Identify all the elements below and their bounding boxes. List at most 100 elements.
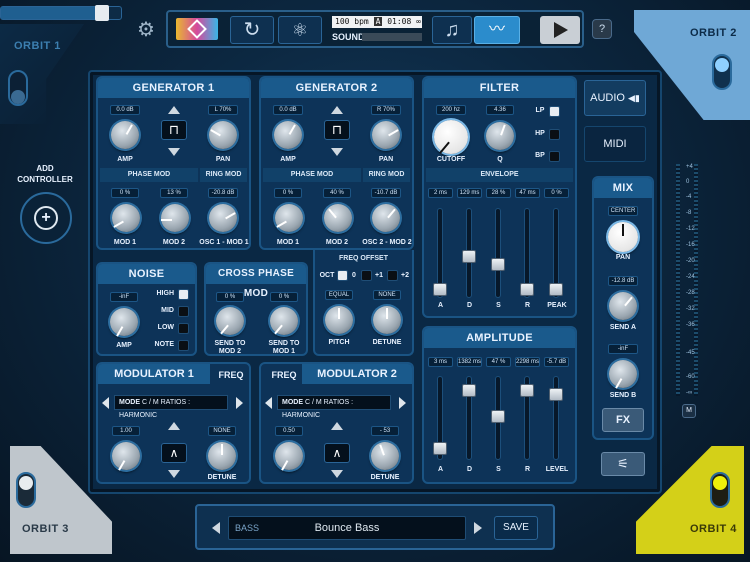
filter-env-d-handle[interactable] bbox=[462, 250, 476, 263]
mix-pan-knob[interactable] bbox=[608, 222, 638, 252]
top-left-slider[interactable] bbox=[0, 5, 122, 21]
mod1-wave-down-icon[interactable] bbox=[168, 470, 180, 478]
gen1-mod1-knob[interactable] bbox=[112, 204, 140, 232]
noise-low-label: LOW bbox=[157, 324, 174, 331]
gen1-waveform-select[interactable]: ⊓ bbox=[161, 120, 187, 140]
mod2-mode-left-icon[interactable] bbox=[265, 397, 272, 409]
top-left-slider-handle[interactable] bbox=[95, 5, 109, 21]
mod2-ratio-knob[interactable] bbox=[275, 442, 303, 470]
orbit2-toggle[interactable] bbox=[712, 54, 732, 90]
meter-label-minus-inf: -∞ bbox=[686, 390, 693, 396]
mod1-mode-left-icon[interactable] bbox=[102, 397, 109, 409]
gear-icon[interactable]: ⚙ bbox=[137, 20, 157, 40]
filter-env-r-handle[interactable] bbox=[520, 283, 534, 296]
filter-q-knob[interactable] bbox=[486, 122, 514, 150]
mod1-wave-up-icon[interactable] bbox=[168, 422, 180, 430]
amp-level-handle[interactable] bbox=[549, 388, 563, 401]
tab-midi[interactable]: MIDI bbox=[584, 126, 646, 162]
mod2-mode-field[interactable]: MODE C / M RATIOS : HARMONIC bbox=[277, 395, 391, 419]
filter-cutoff-value: 200 hz bbox=[436, 105, 466, 115]
meter-mono-button[interactable]: M bbox=[682, 404, 696, 418]
freq-oct-0-button[interactable] bbox=[337, 270, 348, 281]
filter-env-s-track[interactable] bbox=[495, 208, 501, 298]
filter-lp-button[interactable] bbox=[549, 106, 560, 117]
freq-oct-1-label: +1 bbox=[375, 272, 383, 279]
amp-d-handle[interactable] bbox=[462, 384, 476, 397]
gen2-pan-value: R 70% bbox=[371, 105, 401, 115]
freq-oct-2-button[interactable] bbox=[387, 270, 398, 281]
gen2-pan-knob[interactable] bbox=[372, 121, 400, 149]
filter-env-a-handle[interactable] bbox=[433, 283, 447, 296]
orbit3-toggle[interactable] bbox=[16, 472, 36, 508]
orbit1-toggle[interactable] bbox=[8, 70, 28, 106]
noise-note-button[interactable] bbox=[178, 340, 189, 351]
gen1-pan-value: L 70% bbox=[208, 105, 238, 115]
logo-button[interactable] bbox=[176, 18, 218, 40]
noise-amp-knob[interactable] bbox=[110, 308, 138, 336]
noise-mid-button[interactable] bbox=[178, 306, 189, 317]
gen1-osc-knob[interactable] bbox=[209, 204, 237, 232]
mix-send-a-knob[interactable] bbox=[609, 292, 637, 320]
freq-pitch-knob[interactable] bbox=[325, 306, 353, 334]
gen2-amp-knob[interactable] bbox=[274, 121, 302, 149]
gen2-mod1-knob[interactable] bbox=[275, 204, 303, 232]
fx-button[interactable]: FX bbox=[602, 408, 644, 432]
mod1-ratio-knob[interactable] bbox=[112, 442, 140, 470]
cross-send2-knob[interactable] bbox=[270, 307, 298, 335]
help-button[interactable]: ? bbox=[592, 19, 612, 39]
gen1-wave-up-icon[interactable] bbox=[168, 106, 180, 114]
gen2-ring-mod-header: RING MOD bbox=[363, 168, 410, 182]
mod2-wave-down-icon[interactable] bbox=[331, 470, 343, 478]
mod1-detune-knob[interactable] bbox=[208, 442, 236, 470]
mod2-wave-up-icon[interactable] bbox=[331, 422, 343, 430]
noise-title: NOISE bbox=[98, 264, 195, 284]
amp-a-handle[interactable] bbox=[433, 442, 447, 455]
mod2-waveform-select[interactable]: ∧ bbox=[324, 443, 350, 463]
waveform-button[interactable]: 〰 bbox=[474, 16, 520, 44]
mod1-mode-right-icon[interactable] bbox=[236, 397, 243, 409]
orbit4-toggle[interactable] bbox=[710, 472, 730, 508]
preset-next-icon[interactable] bbox=[474, 522, 482, 534]
preset-field[interactable]: BASS Bounce Bass bbox=[228, 516, 466, 540]
gen1-mod2-knob[interactable] bbox=[161, 204, 189, 232]
save-button[interactable]: SAVE bbox=[494, 516, 538, 540]
freq-oct-1-button[interactable] bbox=[361, 270, 372, 281]
gen1-pan-knob[interactable] bbox=[209, 121, 237, 149]
filter-bp-button[interactable] bbox=[549, 151, 560, 162]
gen1-wave-down-icon[interactable] bbox=[168, 148, 180, 156]
orbit3-label: ORBIT 3 bbox=[22, 523, 69, 535]
noise-low-button[interactable] bbox=[178, 323, 189, 334]
filter-hp-button[interactable] bbox=[549, 129, 560, 140]
music-note-button[interactable]: ♫ bbox=[432, 16, 472, 44]
gen2-mod2-knob[interactable] bbox=[324, 204, 352, 232]
gen2-waveform-select[interactable]: ⊓ bbox=[324, 120, 350, 140]
amp-s-handle[interactable] bbox=[491, 410, 505, 423]
meter-label-plus4: +4 bbox=[686, 164, 693, 170]
play-button[interactable] bbox=[540, 16, 580, 44]
noise-high-button[interactable] bbox=[178, 289, 189, 300]
mod1-mode-field[interactable]: MODE C / M RATIOS : HARMONIC bbox=[114, 395, 228, 419]
atom-button[interactable]: ⚛ bbox=[278, 16, 322, 44]
freq-detune-knob[interactable] bbox=[373, 306, 401, 334]
gen2-osc-knob[interactable] bbox=[372, 204, 400, 232]
amp-r-handle[interactable] bbox=[520, 384, 534, 397]
preset-prev-icon[interactable] bbox=[212, 522, 220, 534]
filter-env-peak-handle[interactable] bbox=[549, 283, 563, 296]
filter-env-s-handle[interactable] bbox=[491, 258, 505, 271]
filter-cutoff-knob[interactable] bbox=[434, 120, 468, 154]
cross-send1-knob[interactable] bbox=[216, 307, 244, 335]
modulator1-panel: MODULATOR 1 FREQ MODE C / M RATIOS : HAR… bbox=[96, 362, 251, 484]
mod2-mode-right-icon[interactable] bbox=[399, 397, 406, 409]
mod2-detune-knob[interactable] bbox=[371, 442, 399, 470]
tab-audio[interactable]: AUDIO ◀▮ bbox=[584, 80, 646, 116]
filter-env-r-value: 47 ms bbox=[515, 188, 540, 198]
gen2-wave-down-icon[interactable] bbox=[331, 148, 343, 156]
add-controller-button[interactable]: + bbox=[20, 192, 72, 244]
gen2-wave-up-icon[interactable] bbox=[331, 106, 343, 114]
mix-send-b-knob[interactable] bbox=[609, 360, 637, 388]
loop-button[interactable]: ↻ bbox=[230, 16, 274, 44]
mod1-waveform-select[interactable]: ∧ bbox=[161, 443, 187, 463]
mixer-settings-button[interactable]: ⚟ bbox=[601, 452, 645, 476]
cross-send1-label: SEND TO MOD 2 bbox=[210, 340, 250, 356]
gen1-amp-knob[interactable] bbox=[111, 121, 139, 149]
